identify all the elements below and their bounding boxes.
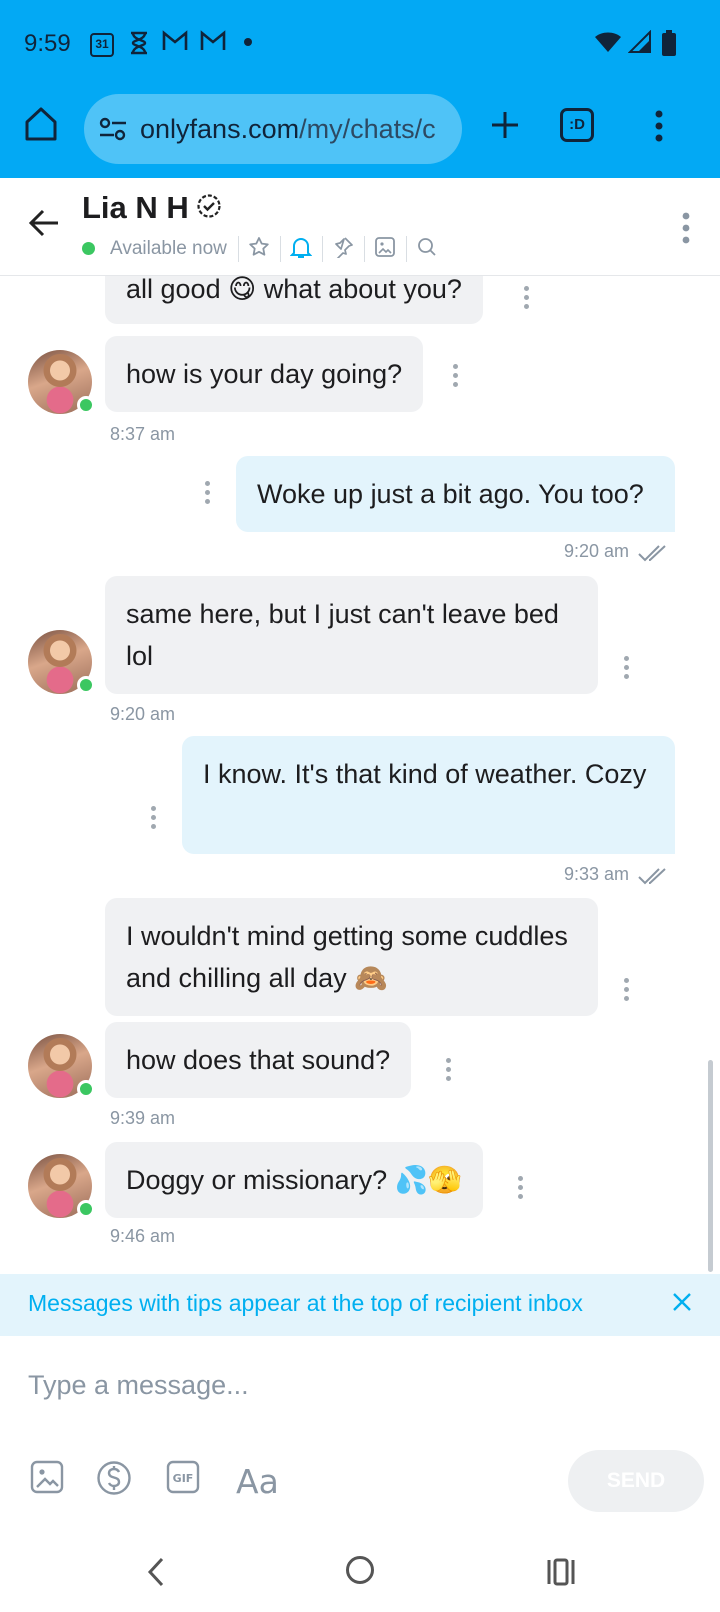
online-indicator xyxy=(77,396,95,414)
divider xyxy=(238,236,239,262)
avatar[interactable] xyxy=(28,1154,95,1218)
home-icon[interactable] xyxy=(24,106,58,147)
message-options-icon[interactable] xyxy=(151,806,157,833)
message-text: same here, but I just can't leave bed lo… xyxy=(126,599,559,671)
divider xyxy=(280,236,281,262)
message-bubble[interactable]: Woke up just a bit ago. You too? xyxy=(236,456,675,532)
tab-switcher-button[interactable]: :D xyxy=(560,108,594,142)
tip-info-banner: Messages with tips appear at the top of … xyxy=(0,1274,720,1336)
message-text: Woke up just a bit ago. You too? xyxy=(257,479,644,509)
online-indicator xyxy=(82,242,95,255)
message-options-icon[interactable] xyxy=(624,656,630,683)
read-receipt-icon xyxy=(638,544,670,567)
message-composer: GIF Aa SEND xyxy=(0,1336,720,1536)
avatar[interactable] xyxy=(28,1034,95,1098)
message-bubble[interactable]: how is your day going? xyxy=(105,336,424,412)
avatar[interactable] xyxy=(28,630,95,694)
signal-icon xyxy=(627,29,652,59)
url-host: onlyfans.com xyxy=(140,114,300,144)
status-time: 9:59 xyxy=(24,30,71,57)
new-tab-icon[interactable] xyxy=(490,110,520,145)
back-arrow-icon[interactable] xyxy=(28,208,60,243)
message-bubble[interactable]: how does that sound? xyxy=(105,1022,412,1098)
message-options-icon[interactable] xyxy=(624,978,630,1005)
url-path: /my/chats/c xyxy=(299,114,436,144)
contact-name[interactable]: Lia N H xyxy=(82,190,189,226)
message-text: how is your day going? xyxy=(126,359,403,389)
browser-toolbar: onlyfans.com/my/chats/c :D xyxy=(0,88,720,178)
message-bubble[interactable]: I know. It's that kind of weather. Cozy xyxy=(182,736,675,854)
message-options-icon[interactable] xyxy=(453,364,459,391)
tip-dollar-icon[interactable] xyxy=(96,1460,132,1501)
nav-recents-icon[interactable] xyxy=(546,1556,576,1593)
battery-icon xyxy=(662,30,676,61)
calendar-icon: 31 xyxy=(90,33,114,57)
gallery-icon[interactable] xyxy=(374,236,396,263)
wifi-icon xyxy=(594,30,622,59)
gif-icon[interactable]: GIF xyxy=(166,1460,200,1499)
message-options-icon[interactable] xyxy=(524,286,530,313)
divider xyxy=(322,236,323,262)
pin-icon[interactable] xyxy=(332,236,354,263)
message-text: I wouldn't mind getting some cuddles and… xyxy=(126,921,568,993)
site-settings-icon[interactable] xyxy=(98,116,128,147)
message-time: 9:33 am xyxy=(564,864,630,884)
message-time: 9:20 am xyxy=(564,541,630,561)
chat-header: Lia N H Available now xyxy=(0,178,720,276)
online-indicator xyxy=(77,1080,95,1098)
message-bubble[interactable]: all good 😋 what about you? xyxy=(105,276,483,324)
read-receipt-icon xyxy=(638,867,670,890)
message-bubble[interactable]: Doggy or missionary? 💦🫣 xyxy=(105,1142,483,1218)
banner-text: Messages with tips appear at the top of … xyxy=(28,1290,583,1316)
gmail-icon xyxy=(162,30,188,56)
nav-back-icon[interactable] xyxy=(146,1556,166,1593)
bell-icon[interactable] xyxy=(289,236,313,265)
nav-home-icon[interactable] xyxy=(344,1554,376,1591)
divider xyxy=(406,236,407,262)
message-bubble[interactable]: I wouldn't mind getting some cuddles and… xyxy=(105,898,598,1016)
availability-status: Available now xyxy=(110,238,227,259)
message-options-icon[interactable] xyxy=(446,1058,452,1085)
address-bar[interactable]: onlyfans.com/my/chats/c xyxy=(84,94,462,164)
browser-menu-icon[interactable] xyxy=(654,110,664,147)
text-format-button[interactable]: Aa xyxy=(236,1462,279,1501)
message-text: all good 😋 what about you? xyxy=(126,276,462,304)
scrollbar[interactable] xyxy=(708,1060,713,1272)
message-options-icon[interactable] xyxy=(205,481,211,508)
message-text: I know. It's that kind of weather. Cozy xyxy=(203,759,647,789)
url-text: onlyfans.com/my/chats/c xyxy=(140,114,436,145)
divider xyxy=(364,236,365,262)
message-time: 9:46 am xyxy=(110,1226,176,1246)
online-indicator xyxy=(77,1200,95,1218)
chat-options-icon[interactable] xyxy=(682,212,690,249)
message-time: 9:39 am xyxy=(110,1108,176,1128)
message-list[interactable]: all good 😋 what about you? how is your d… xyxy=(0,276,720,1274)
hourglass-icon xyxy=(128,30,150,56)
message-time: 8:37 am xyxy=(110,424,176,444)
online-indicator xyxy=(77,676,95,694)
verified-badge-icon xyxy=(196,193,222,224)
message-text: Doggy or missionary? 💦🫣 xyxy=(126,1165,462,1195)
message-text: how does that sound? xyxy=(126,1045,391,1075)
message-input[interactable] xyxy=(28,1362,688,1408)
svg-text:GIF: GIF xyxy=(173,1472,194,1485)
image-upload-icon[interactable] xyxy=(30,1460,64,1499)
notification-dot-icon xyxy=(244,38,252,46)
system-nav-bar xyxy=(0,1536,720,1612)
avatar[interactable] xyxy=(28,350,95,414)
gmail-icon xyxy=(200,30,226,56)
star-icon[interactable] xyxy=(248,236,270,263)
message-options-icon[interactable] xyxy=(518,1176,524,1203)
search-icon[interactable] xyxy=(416,236,438,263)
message-time: 9:20 am xyxy=(110,704,176,724)
close-icon[interactable] xyxy=(672,1292,692,1317)
send-button[interactable]: SEND xyxy=(568,1450,704,1512)
status-bar: 9:59 31 xyxy=(0,0,720,88)
message-bubble[interactable]: same here, but I just can't leave bed lo… xyxy=(105,576,598,694)
